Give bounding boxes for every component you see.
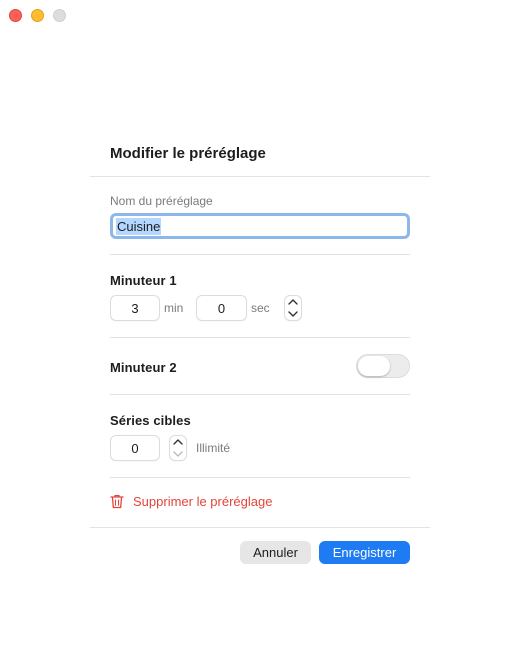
target-sets-label: Séries cibles (110, 413, 191, 428)
timer1-seconds-value: 0 (217, 300, 226, 316)
footer-divider (90, 527, 430, 528)
timer1-minutes-field[interactable]: 3 (110, 295, 160, 321)
timer1-seconds-field[interactable]: 0 (196, 295, 247, 321)
section-divider (110, 477, 410, 478)
timer1-stepper[interactable] (284, 295, 302, 321)
timer2-label: Minuteur 2 (110, 360, 177, 375)
minutes-unit-label: min (164, 301, 184, 315)
cancel-button[interactable]: Annuler (240, 541, 311, 564)
target-sets-field[interactable]: 0 (110, 435, 160, 461)
delete-preset-label: Supprimer le préréglage (133, 494, 273, 509)
section-divider (110, 337, 410, 338)
preset-editor-window: Modifier le préréglage Nom du préréglage… (0, 0, 520, 672)
preset-name-value: Cuisine (116, 217, 162, 235)
unlimited-hint: Illimité (196, 441, 231, 455)
delete-preset-button[interactable]: Supprimer le préréglage (110, 494, 272, 509)
preset-name-label: Nom du préréglage (110, 194, 213, 208)
header-divider (90, 176, 430, 177)
dialog-title: Modifier le préréglage (110, 145, 266, 162)
timer2-toggle[interactable] (356, 354, 410, 378)
trash-icon (110, 494, 124, 509)
timer1-label: Minuteur 1 (110, 273, 177, 288)
minimize-window-button[interactable] (31, 9, 44, 22)
target-sets-value: 0 (131, 440, 139, 456)
target-sets-stepper[interactable] (169, 435, 187, 461)
chevron-up-icon[interactable] (288, 298, 298, 305)
window-controls (9, 9, 66, 22)
chevron-down-icon[interactable] (173, 451, 183, 458)
section-divider (110, 254, 410, 255)
save-button[interactable]: Enregistrer (319, 541, 410, 564)
chevron-down-icon[interactable] (288, 311, 298, 318)
section-divider (110, 394, 410, 395)
timer1-minutes-value: 3 (131, 300, 139, 316)
preset-name-input[interactable]: Cuisine (110, 213, 410, 239)
chevron-up-icon[interactable] (173, 438, 183, 445)
toggle-knob (358, 356, 390, 376)
zoom-window-button[interactable] (53, 9, 66, 22)
close-window-button[interactable] (9, 9, 22, 22)
seconds-unit-label: sec (251, 301, 270, 315)
